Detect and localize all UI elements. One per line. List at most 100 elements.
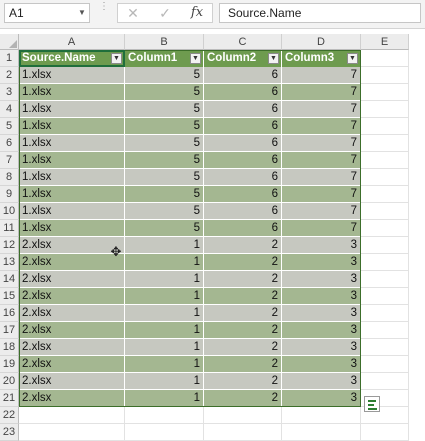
table-cell-source-name[interactable]: 1.xlsx	[19, 84, 125, 101]
table-cell-value[interactable]: 3	[282, 339, 361, 356]
table-cell-source-name[interactable]: 1.xlsx	[19, 135, 125, 152]
table-cell-value[interactable]: 3	[282, 237, 361, 254]
empty-cell[interactable]	[361, 322, 409, 339]
table-cell-source-name[interactable]: 2.xlsx	[19, 322, 125, 339]
empty-cell[interactable]	[282, 424, 361, 441]
column-header-e[interactable]: E	[361, 34, 409, 50]
table-cell-value[interactable]: 6	[204, 220, 282, 237]
row-header-19[interactable]: 19	[0, 356, 19, 373]
table-cell-value[interactable]: 5	[125, 84, 204, 101]
table-cell-value[interactable]: 3	[282, 390, 361, 407]
table-cell-source-name[interactable]: 2.xlsx	[19, 339, 125, 356]
table-cell-value[interactable]: 2	[204, 322, 282, 339]
check-icon[interactable]: ✓	[154, 4, 176, 22]
table-cell-value[interactable]: 6	[204, 101, 282, 118]
table-cell-value[interactable]: 7	[282, 84, 361, 101]
table-cell-source-name[interactable]: 2.xlsx	[19, 373, 125, 390]
empty-cell[interactable]	[361, 50, 409, 67]
filter-dropdown-icon[interactable]: ▼	[111, 53, 122, 64]
row-header-18[interactable]: 18	[0, 339, 19, 356]
row-header-4[interactable]: 4	[0, 101, 19, 118]
filter-dropdown-icon[interactable]: ▼	[347, 53, 358, 64]
table-header-cell[interactable]: Source.Name ▼	[19, 50, 125, 67]
table-cell-value[interactable]: 5	[125, 220, 204, 237]
table-cell-value[interactable]: 1	[125, 373, 204, 390]
table-cell-value[interactable]: 3	[282, 271, 361, 288]
table-cell-value[interactable]: 3	[282, 305, 361, 322]
row-header-16[interactable]: 16	[0, 305, 19, 322]
table-cell-value[interactable]: 2	[204, 373, 282, 390]
table-cell-source-name[interactable]: 1.xlsx	[19, 186, 125, 203]
table-cell-source-name[interactable]: 2.xlsx	[19, 288, 125, 305]
row-header-13[interactable]: 13	[0, 254, 19, 271]
table-cell-value[interactable]: 7	[282, 118, 361, 135]
table-cell-value[interactable]: 7	[282, 135, 361, 152]
empty-cell[interactable]	[19, 424, 125, 441]
table-cell-source-name[interactable]: 1.xlsx	[19, 67, 125, 84]
empty-cell[interactable]	[361, 152, 409, 169]
table-cell-source-name[interactable]: 1.xlsx	[19, 101, 125, 118]
table-cell-value[interactable]: 2	[204, 254, 282, 271]
table-cell-value[interactable]: 6	[204, 186, 282, 203]
row-header-2[interactable]: 2	[0, 67, 19, 84]
table-cell-value[interactable]: 2	[204, 390, 282, 407]
empty-cell[interactable]	[125, 407, 204, 424]
table-cell-source-name[interactable]: 2.xlsx	[19, 356, 125, 373]
empty-cell[interactable]	[282, 407, 361, 424]
empty-cell[interactable]	[361, 373, 409, 390]
table-cell-value[interactable]: 5	[125, 118, 204, 135]
row-header-1[interactable]: 1	[0, 50, 19, 67]
table-cell-value[interactable]: 1	[125, 288, 204, 305]
table-cell-value[interactable]: 6	[204, 135, 282, 152]
column-header-d[interactable]: D	[282, 34, 361, 50]
empty-cell[interactable]	[361, 118, 409, 135]
table-header-cell[interactable]: Column3 ▼	[282, 50, 361, 67]
column-header-b[interactable]: B	[125, 34, 204, 50]
table-cell-value[interactable]: 1	[125, 390, 204, 407]
chevron-down-icon[interactable]: ▼	[76, 3, 88, 23]
table-cell-value[interactable]: 2	[204, 288, 282, 305]
empty-cell[interactable]	[361, 169, 409, 186]
table-cell-value[interactable]: 5	[125, 203, 204, 220]
table-cell-source-name[interactable]: 1.xlsx	[19, 118, 125, 135]
table-cell-value[interactable]: 3	[282, 288, 361, 305]
row-header-6[interactable]: 6	[0, 135, 19, 152]
empty-cell[interactable]	[361, 84, 409, 101]
table-cell-value[interactable]: 3	[282, 254, 361, 271]
table-cell-value[interactable]: 6	[204, 203, 282, 220]
table-cell-value[interactable]: 7	[282, 220, 361, 237]
empty-cell[interactable]	[361, 67, 409, 84]
empty-cell[interactable]	[125, 424, 204, 441]
row-header-11[interactable]: 11	[0, 220, 19, 237]
table-cell-value[interactable]: 2	[204, 305, 282, 322]
row-header-20[interactable]: 20	[0, 373, 19, 390]
table-cell-value[interactable]: 1	[125, 271, 204, 288]
table-cell-value[interactable]: 6	[204, 169, 282, 186]
table-header-cell[interactable]: Column1 ▼	[125, 50, 204, 67]
empty-cell[interactable]	[361, 305, 409, 322]
table-cell-value[interactable]: 5	[125, 152, 204, 169]
row-header-15[interactable]: 15	[0, 288, 19, 305]
table-cell-value[interactable]: 2	[204, 339, 282, 356]
empty-cell[interactable]	[361, 186, 409, 203]
empty-cell[interactable]	[361, 135, 409, 152]
table-cell-value[interactable]: 2	[204, 237, 282, 254]
row-header-22[interactable]: 22	[0, 407, 19, 424]
table-cell-value[interactable]: 1	[125, 356, 204, 373]
select-all-button[interactable]	[0, 34, 19, 50]
formula-input[interactable]: Source.Name	[219, 3, 421, 23]
quick-analysis-icon[interactable]	[364, 396, 380, 412]
table-cell-value[interactable]: 1	[125, 237, 204, 254]
table-cell-value[interactable]: 5	[125, 67, 204, 84]
empty-cell[interactable]	[361, 203, 409, 220]
empty-cell[interactable]	[361, 220, 409, 237]
table-cell-source-name[interactable]: 2.xlsx	[19, 305, 125, 322]
row-header-21[interactable]: 21	[0, 390, 19, 407]
table-cell-source-name[interactable]: 1.xlsx	[19, 152, 125, 169]
drag-handle-icon[interactable]: ⋮	[99, 2, 109, 22]
table-header-cell[interactable]: Column2 ▼	[204, 50, 282, 67]
empty-cell[interactable]	[361, 339, 409, 356]
empty-cell[interactable]	[361, 271, 409, 288]
table-cell-value[interactable]: 7	[282, 169, 361, 186]
table-cell-value[interactable]: 3	[282, 322, 361, 339]
